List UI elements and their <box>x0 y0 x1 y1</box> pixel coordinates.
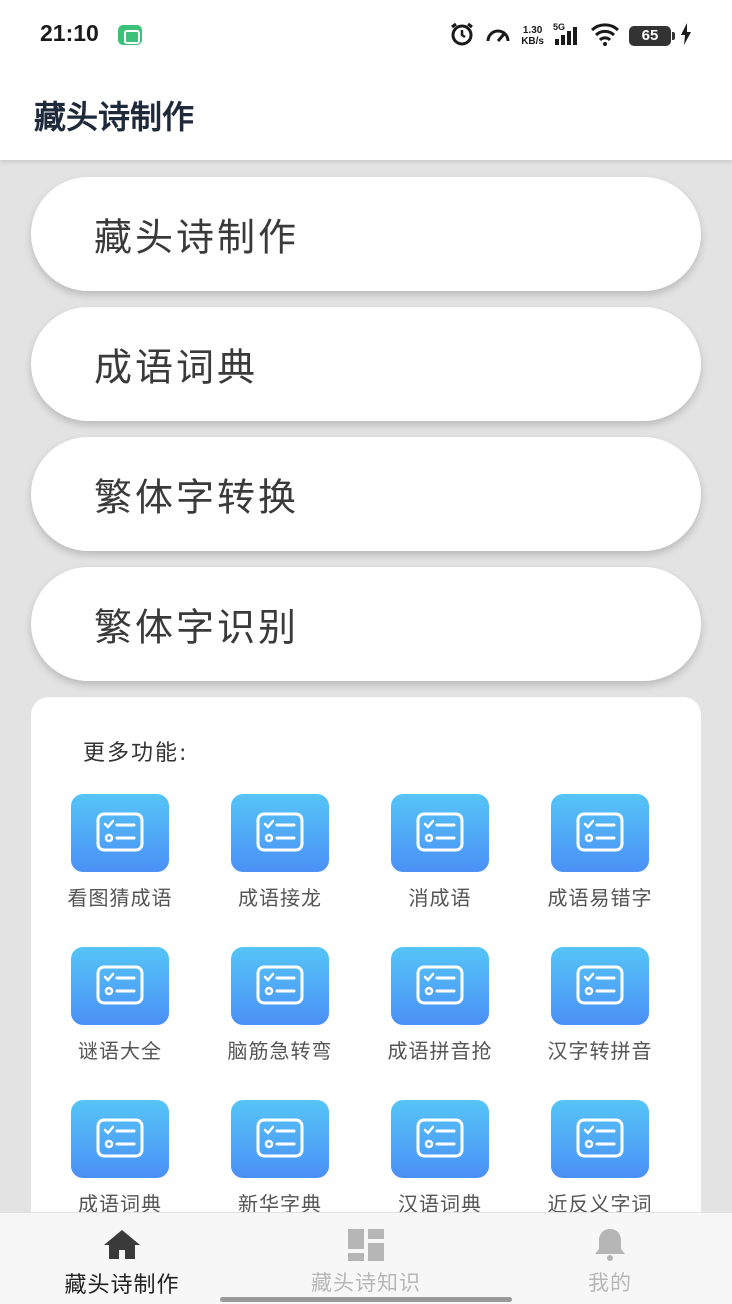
list-check-icon <box>231 794 329 872</box>
net-speed: 1.30 KB/s <box>521 25 544 47</box>
feature-label: 看图猜成语 <box>67 886 173 910</box>
app-bar: 藏头诗制作 <box>0 68 732 160</box>
feature-label: 成语接龙 <box>238 886 322 910</box>
button-label: 成语词典 <box>94 345 259 390</box>
list-check-icon <box>551 794 649 872</box>
home-icon <box>104 1230 140 1259</box>
feature-item[interactable]: 消成语 <box>351 794 511 924</box>
feature-item[interactable]: 成语接龙 <box>191 794 351 924</box>
traditional-recognize-button[interactable]: 繁体字识别 <box>31 567 701 681</box>
nav-tab-home[interactable]: 藏头诗制作 <box>0 1213 244 1304</box>
nav-label: 我的 <box>588 1271 632 1295</box>
list-check-icon <box>71 1100 169 1178</box>
feature-item[interactable]: 成语易错字 <box>511 794 671 924</box>
more-functions-title: 更多功能: <box>83 741 189 766</box>
list-check-icon <box>391 794 489 872</box>
bottom-nav: 藏头诗制作 藏头诗知识 我的 <box>0 1212 732 1304</box>
feature-item[interactable]: 新华字典 <box>191 1100 351 1230</box>
signal-icon: 5G <box>553 21 581 51</box>
wifi-icon <box>590 22 620 50</box>
feature-label: 脑筋急转弯 <box>227 1039 333 1063</box>
status-time: 21:10 <box>40 20 99 46</box>
idiom-dictionary-button[interactable]: 成语词典 <box>31 307 701 421</box>
feature-item[interactable]: 看图猜成语 <box>31 794 191 924</box>
button-label: 繁体字转换 <box>94 475 300 520</box>
charging-icon <box>680 23 692 49</box>
status-icons: 1.30 KB/s 5G 65 <box>449 22 692 50</box>
nav-label: 藏头诗制作 <box>64 1273 180 1298</box>
feature-label: 消成语 <box>408 886 472 910</box>
app-notification-icon <box>118 25 142 45</box>
list-check-icon <box>391 947 489 1025</box>
list-check-icon <box>71 794 169 872</box>
page-title: 藏头诗制作 <box>34 98 195 136</box>
bell-icon <box>595 1229 625 1261</box>
button-label: 繁体字识别 <box>94 605 300 650</box>
feature-item[interactable]: 成语词典 <box>31 1100 191 1230</box>
status-bar: 21:10 1.30 KB/s 5G 65 <box>0 0 732 68</box>
list-check-icon <box>551 1100 649 1178</box>
acrostic-poem-button[interactable]: 藏头诗制作 <box>31 177 701 291</box>
nav-tab-knowledge[interactable]: 藏头诗知识 <box>244 1213 488 1304</box>
list-check-icon <box>391 1100 489 1178</box>
button-label: 藏头诗制作 <box>94 215 300 260</box>
list-check-icon <box>71 947 169 1025</box>
list-check-icon <box>231 1100 329 1178</box>
feature-item[interactable]: 汉字转拼音 <box>511 947 671 1077</box>
feature-item[interactable]: 谜语大全 <box>31 947 191 1077</box>
feature-label: 谜语大全 <box>78 1039 162 1063</box>
home-indicator[interactable] <box>220 1297 512 1302</box>
more-functions-card: 更多功能: 看图猜成语 成语接龙 消成语 成语易错字谜语大全 脑筋急转弯 成语拼音抢 汉字转… <box>31 697 701 1257</box>
nav-tab-mine[interactable]: 我的 <box>488 1213 732 1304</box>
list-check-icon <box>551 947 649 1025</box>
feature-item[interactable]: 近反义字词 <box>511 1100 671 1230</box>
alarm-icon <box>449 21 475 51</box>
list-check-icon <box>231 947 329 1025</box>
nav-label: 藏头诗知识 <box>311 1271 421 1295</box>
network-type: 5G <box>553 22 565 32</box>
feature-item[interactable]: 成语拼音抢 <box>351 947 511 1077</box>
speedometer-icon <box>484 21 512 51</box>
dashboard-icon <box>348 1229 384 1261</box>
feature-label: 成语拼音抢 <box>387 1039 493 1063</box>
feature-label: 汉字转拼音 <box>547 1039 653 1063</box>
traditional-convert-button[interactable]: 繁体字转换 <box>31 437 701 551</box>
feature-item[interactable]: 脑筋急转弯 <box>191 947 351 1077</box>
battery-indicator: 65 <box>629 26 675 46</box>
feature-label: 成语易错字 <box>547 886 653 910</box>
feature-item[interactable]: 汉语词典 <box>351 1100 511 1230</box>
